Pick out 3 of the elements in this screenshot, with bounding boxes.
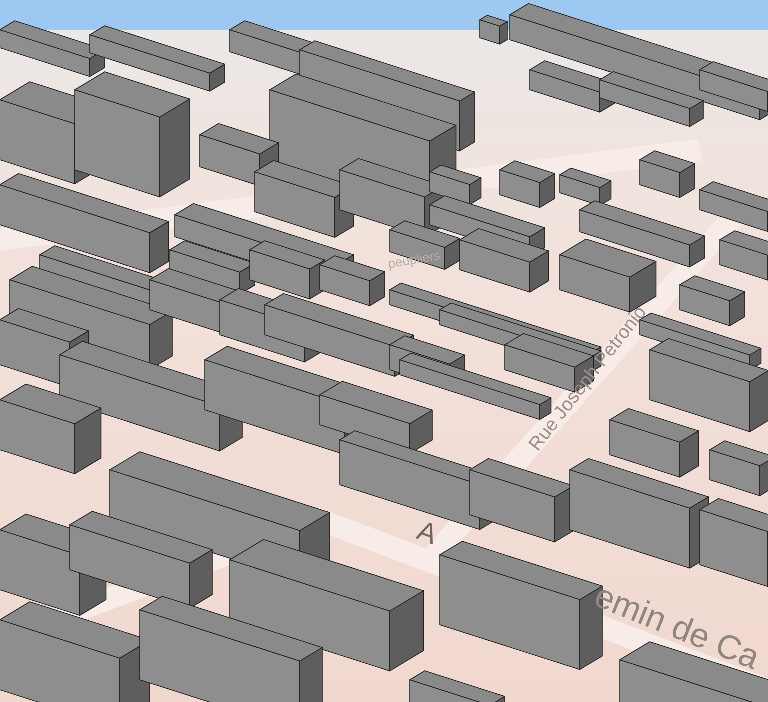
street-label: A xyxy=(412,514,443,552)
street-label: emin de Ca xyxy=(588,576,766,680)
street-label: peupliers xyxy=(386,246,442,274)
